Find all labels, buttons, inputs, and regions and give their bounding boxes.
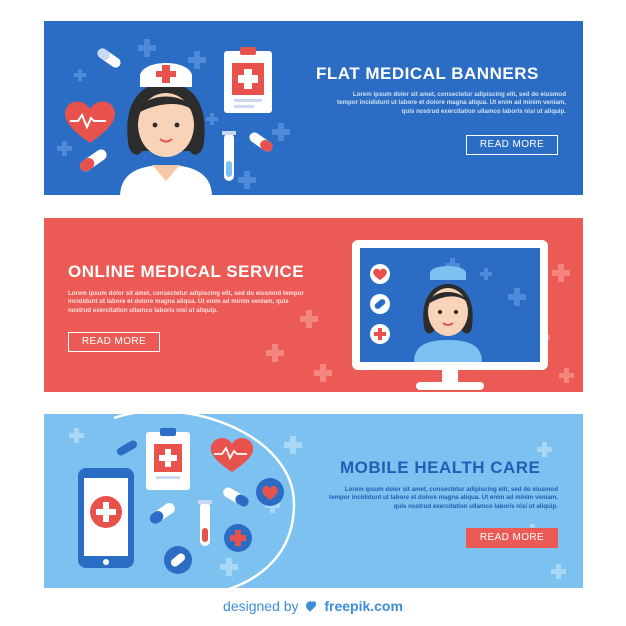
banner-body-text: Lorem ipsum dolor sit amet, consectetur … xyxy=(329,486,558,510)
footer-brand-link[interactable]: freepik.com xyxy=(324,598,403,614)
pill-icon xyxy=(149,503,175,524)
test-tube-icon xyxy=(198,500,212,546)
banner-mobile-health: MOBILE HEALTH CARE Lorem ipsum dolor sit… xyxy=(44,414,583,588)
banner-online-medical: ONLINE MEDICAL SERVICE Lorem ipsum dolor… xyxy=(44,218,583,392)
clipboard-icon xyxy=(224,47,272,113)
heart-icon xyxy=(65,101,115,143)
read-more-button[interactable]: READ MORE xyxy=(68,332,160,352)
syringe-icon xyxy=(116,440,138,456)
read-more-button[interactable]: READ MORE xyxy=(466,528,558,548)
pill-icon xyxy=(80,149,107,172)
nurse-avatar xyxy=(120,63,212,195)
footer-prefix: designed by xyxy=(223,598,299,614)
banner-flat-medical: FLAT MEDICAL BANNERS Lorem ipsum dolor s… xyxy=(44,21,583,195)
banner-body-text: Lorem ipsum dolor sit amet, consectetur … xyxy=(68,290,304,314)
read-more-button[interactable]: READ MORE xyxy=(466,135,558,155)
pill-icon xyxy=(249,132,273,152)
clipboard-icon xyxy=(146,428,190,490)
banner-title: ONLINE MEDICAL SERVICE xyxy=(68,262,305,281)
monitor-icon xyxy=(352,240,548,390)
footer-credit: designed by freepik.com xyxy=(0,598,626,614)
smartphone-icon xyxy=(78,468,134,568)
banner-title: MOBILE HEALTH CARE xyxy=(340,458,541,477)
freepik-logo-icon xyxy=(304,599,318,612)
pill-icon xyxy=(97,48,121,68)
pill-icon xyxy=(223,487,249,507)
banner-body-text: Lorem ipsum dolor sit amet, consectetur … xyxy=(337,91,566,115)
banner-title: FLAT MEDICAL BANNERS xyxy=(316,64,539,83)
heart-icon xyxy=(210,438,254,472)
test-tube-icon xyxy=(222,131,236,181)
